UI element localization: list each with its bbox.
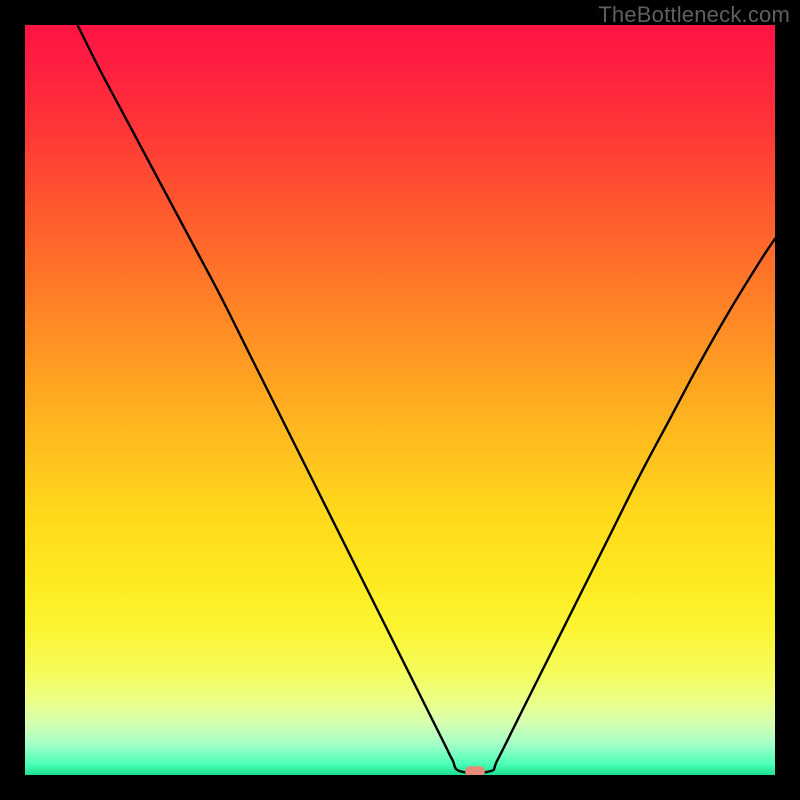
chart-frame: TheBottleneck.com [0,0,800,800]
gradient-background [25,25,775,775]
bottleneck-chart [25,25,775,775]
watermark-label: TheBottleneck.com [598,2,790,28]
optimal-point-marker [465,766,485,775]
plot-area [25,25,775,775]
